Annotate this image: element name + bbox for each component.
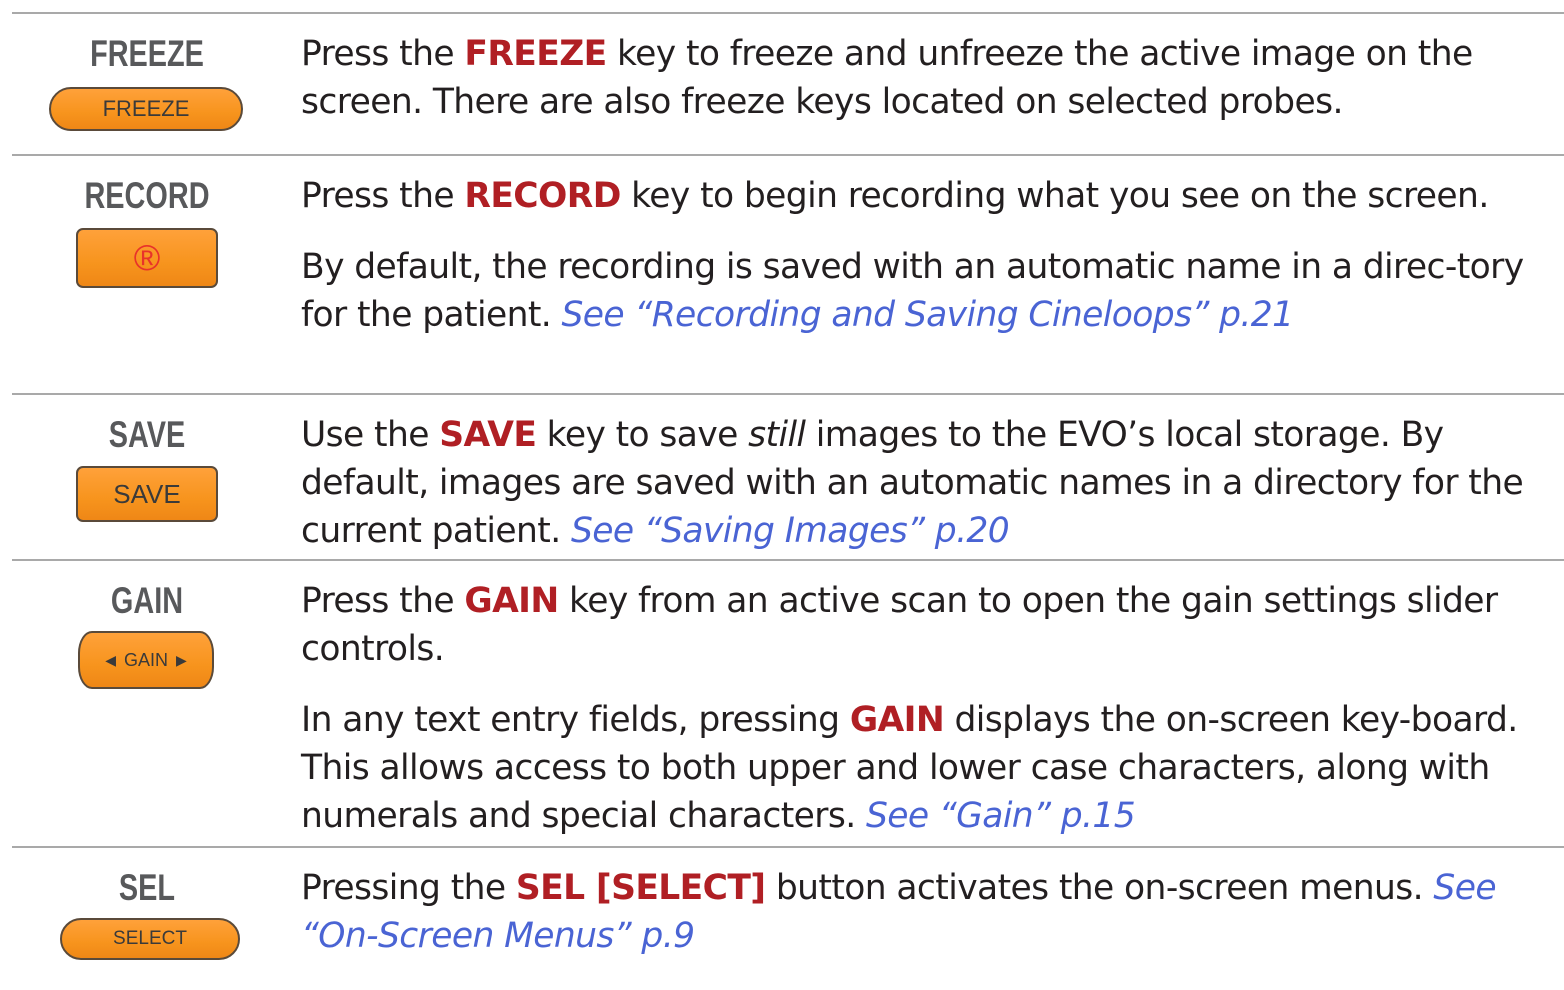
description-paragraph: Press the RECORD key to begin recording …	[301, 172, 1561, 220]
description-save: Use the SAVE key to save still images to…	[301, 411, 1561, 555]
key-cell: GAIN ◀ GAIN ▶	[12, 561, 282, 689]
key-label-gain: GAIN	[110, 580, 184, 621]
record-button[interactable]: ®	[76, 228, 218, 288]
description-text: Pressing the	[301, 868, 516, 908]
key-name-highlight: GAIN	[464, 581, 559, 621]
description-paragraph: Press the FREEZE key to freeze and unfre…	[301, 30, 1561, 126]
description-paragraph: Press the GAIN key from an active scan t…	[301, 577, 1561, 673]
description-freeze: Press the FREEZE key to freeze and unfre…	[301, 30, 1561, 126]
table-row-gain: GAIN ◀ GAIN ▶ Press the GAIN key from an…	[12, 559, 1564, 847]
description-text: key to begin recording what you see on t…	[620, 176, 1489, 216]
table-row-record: RECORD ® Press the RECORD key to begin r…	[12, 154, 1564, 394]
key-cell: SEL SELECT	[12, 848, 282, 960]
description-sel: Pressing the SEL [SELECT] button activat…	[301, 864, 1561, 960]
emphasis-text: still	[748, 415, 806, 455]
description-text: button activates the on-screen menus.	[765, 868, 1434, 908]
description-gain: Press the GAIN key from an active scan t…	[301, 577, 1561, 840]
key-label-save: SAVE	[108, 414, 186, 455]
key-cell: RECORD ®	[12, 156, 282, 288]
description-paragraph: By default, the recording is saved with …	[301, 243, 1561, 339]
table-row-freeze: FREEZE FREEZE Press the FREEZE key to fr…	[12, 12, 1564, 155]
cross-reference-link[interactable]: See “Gain” p.15	[866, 796, 1136, 836]
key-name-highlight: SAVE	[439, 415, 537, 455]
select-button-label: SELECT	[113, 928, 187, 949]
key-cell: SAVE SAVE	[12, 395, 282, 522]
table-row-save: SAVE SAVE Use the SAVE key to save still…	[12, 393, 1564, 560]
description-text: Use the	[301, 415, 440, 455]
description-paragraph: Use the SAVE key to save still images to…	[301, 411, 1561, 555]
key-name-highlight: FREEZE	[464, 34, 607, 74]
description-text: Press the	[301, 581, 465, 621]
description-paragraph: Pressing the SEL [SELECT] button activat…	[301, 864, 1561, 960]
arrow-right-icon: ▶	[176, 651, 187, 668]
cross-reference-link[interactable]: See “Saving Images” p.20	[571, 511, 1010, 551]
key-cell: FREEZE FREEZE	[12, 14, 282, 131]
select-button[interactable]: SELECT	[60, 918, 240, 960]
gain-button[interactable]: ◀ GAIN ▶	[78, 631, 214, 689]
description-paragraph: In any text entry fields, pressing GAIN …	[301, 696, 1561, 840]
key-label-freeze: FREEZE	[90, 33, 204, 74]
description-text: Press the	[301, 176, 465, 216]
description-record: Press the RECORD key to begin recording …	[301, 172, 1561, 339]
description-text: key to save	[536, 415, 749, 455]
key-name-highlight: SEL [SELECT]	[515, 868, 766, 908]
arrow-left-icon: ◀	[105, 651, 116, 668]
table-row-sel: SEL SELECT Pressing the SEL [SELECT] but…	[12, 846, 1564, 990]
description-text: Press the	[301, 34, 465, 74]
freeze-button-label: FREEZE	[102, 96, 190, 121]
gain-button-label: GAIN	[123, 649, 168, 670]
key-label-sel: SEL	[118, 867, 176, 908]
save-button[interactable]: SAVE	[76, 466, 218, 522]
description-text: In any text entry fields, pressing	[301, 700, 850, 740]
key-name-highlight: GAIN	[849, 700, 945, 740]
save-button-label: SAVE	[113, 478, 181, 509]
key-label-record: RECORD	[84, 175, 210, 216]
cross-reference-link[interactable]: See “Recording and Saving Cineloops” p.2…	[562, 295, 1295, 335]
record-icon: ®	[133, 237, 161, 278]
key-name-highlight: RECORD	[464, 176, 621, 216]
freeze-button[interactable]: FREEZE	[49, 87, 243, 131]
